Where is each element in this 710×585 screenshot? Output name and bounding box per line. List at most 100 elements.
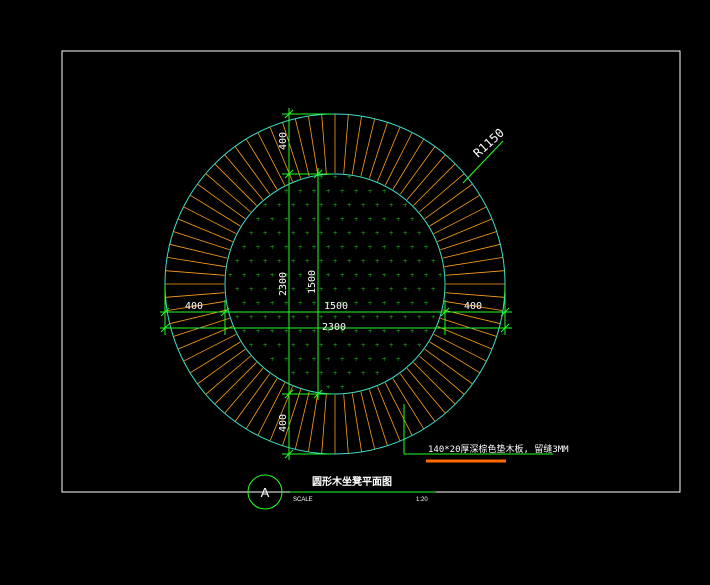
- hatch-mark: +: [403, 314, 408, 321]
- hatch-mark: +: [263, 230, 268, 237]
- hatch-mark: +: [368, 328, 373, 335]
- hatch-mark: +: [410, 272, 415, 279]
- bench-slat: [392, 378, 425, 430]
- bench-slat: [377, 386, 401, 442]
- hatch-mark: +: [410, 216, 415, 223]
- hatch-mark: +: [333, 314, 338, 321]
- hatch-mark: +: [417, 314, 422, 321]
- ring-dim-bottom: 400: [278, 414, 289, 432]
- hatch-mark: +: [389, 314, 394, 321]
- bench-slat: [245, 378, 278, 430]
- hatch-mark: +: [396, 356, 401, 363]
- hatch-mark: +: [284, 328, 289, 335]
- hatch-mark: +: [326, 216, 331, 223]
- hatch-mark: +: [326, 272, 331, 279]
- hatch-mark: +: [319, 230, 324, 237]
- hatch-mark: +: [382, 328, 387, 335]
- hatch-mark: +: [319, 314, 324, 321]
- hatch-mark: +: [263, 342, 268, 349]
- hatch-mark: +: [403, 230, 408, 237]
- hatch-mark: +: [382, 356, 387, 363]
- hatch-mark: +: [298, 300, 303, 307]
- hatch-mark: +: [396, 244, 401, 251]
- hatch-mark: +: [424, 244, 429, 251]
- hatch-mark: +: [277, 342, 282, 349]
- hatch-mark: +: [256, 300, 261, 307]
- hatch-mark: +: [270, 216, 275, 223]
- hatch-mark: +: [291, 230, 296, 237]
- hatch-mark: +: [319, 342, 324, 349]
- scale-label: SCALE: [293, 497, 313, 503]
- hatch-mark: +: [256, 272, 261, 279]
- bench-slat: [384, 132, 413, 186]
- hatch-mark: +: [396, 300, 401, 307]
- hatch-mark: +: [368, 216, 373, 223]
- bench-slat: [437, 218, 493, 242]
- hatch-mark: +: [284, 244, 289, 251]
- hatch-mark: +: [438, 272, 443, 279]
- bench-slat: [189, 194, 241, 227]
- hatch-mark: +: [305, 370, 310, 377]
- bench-slat: [189, 341, 241, 374]
- hatch-mark: +: [424, 300, 429, 307]
- hatch-mark: +: [242, 328, 247, 335]
- hatch-mark: +: [375, 370, 380, 377]
- hatch-mark: +: [389, 202, 394, 209]
- hatch-mark: +: [319, 202, 324, 209]
- hatch-mark: +: [298, 244, 303, 251]
- hatch-mark: +: [347, 370, 352, 377]
- hatch-mark: +: [291, 342, 296, 349]
- hatch-mark: +: [235, 286, 240, 293]
- hatch-mark: +: [312, 300, 317, 307]
- hatch-mark: +: [291, 314, 296, 321]
- hatch-mark: +: [333, 370, 338, 377]
- bench-slat: [351, 393, 362, 452]
- hatch-mark: +: [284, 188, 289, 195]
- hatch-mark: +: [354, 272, 359, 279]
- hatch-mark: +: [340, 356, 345, 363]
- hatch-mark: +: [333, 342, 338, 349]
- hatch-mark: +: [312, 244, 317, 251]
- hatch-mark: +: [263, 202, 268, 209]
- hatch-mark: +: [305, 230, 310, 237]
- bench-slat: [444, 257, 503, 268]
- hatch-mark: +: [291, 370, 296, 377]
- hatch-mark: +: [347, 258, 352, 265]
- bench-slat: [433, 333, 487, 362]
- hatch-mark: +: [389, 342, 394, 349]
- hatch-mark: +: [263, 258, 268, 265]
- hatch-mark: +: [319, 286, 324, 293]
- hatch-mark: +: [242, 300, 247, 307]
- hatch-mark: +: [298, 356, 303, 363]
- hatch-mark: +: [375, 258, 380, 265]
- bench-slat: [445, 270, 505, 276]
- hatch-mark: +: [249, 286, 254, 293]
- hatch-mark: +: [270, 272, 275, 279]
- hatch-mark: +: [382, 244, 387, 251]
- hatch-mark: +: [389, 286, 394, 293]
- hatch-mark: +: [298, 272, 303, 279]
- inner-dim-vertical: 1500: [307, 270, 318, 294]
- hatch-mark: +: [270, 244, 275, 251]
- cad-drawing: + + ++ + + + + + + ++ + + + + + + + + + ++ + + + + + + + + + + ++ + + + + +…: [61, 50, 681, 510]
- hatch-mark: +: [431, 314, 436, 321]
- hatch-mark: +: [382, 272, 387, 279]
- bench-slat: [165, 292, 225, 298]
- hatch-mark: +: [305, 342, 310, 349]
- ring-dim-top: 400: [278, 132, 289, 150]
- hatch-mark: +: [361, 258, 366, 265]
- hatch-mark: +: [270, 300, 275, 307]
- bench-slat: [384, 382, 413, 436]
- hatch-mark: +: [277, 202, 282, 209]
- hatch-mark: +: [382, 216, 387, 223]
- hatch-mark: +: [340, 272, 345, 279]
- outer-dim-horizontal: 2300: [322, 322, 346, 333]
- hatch-mark: +: [410, 328, 415, 335]
- hatch-mark: +: [375, 342, 380, 349]
- hatch-mark: +: [284, 356, 289, 363]
- hatch-mark: +: [326, 244, 331, 251]
- bench-slat: [429, 341, 481, 374]
- bench-slat: [245, 138, 278, 190]
- hatch-mark: +: [354, 216, 359, 223]
- hatch-mark: +: [284, 216, 289, 223]
